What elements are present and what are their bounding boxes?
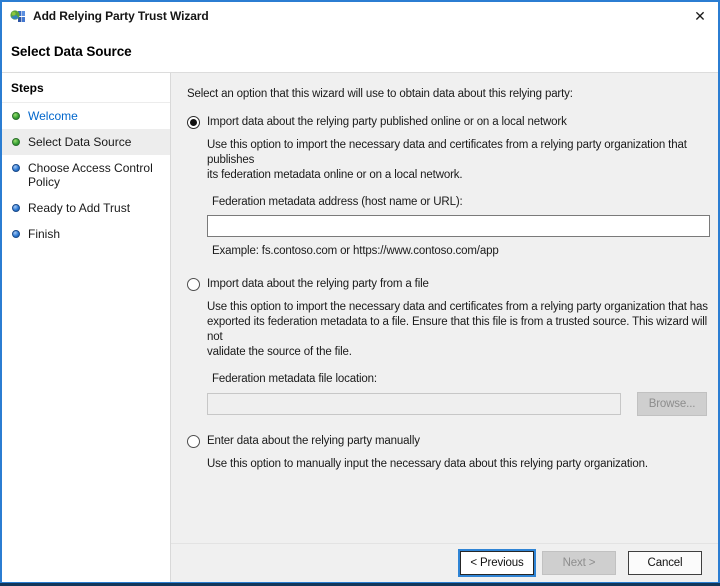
step-upcoming-bullet-icon: [12, 230, 20, 238]
option-online-description: Use this option to import the necessary …: [207, 139, 687, 181]
step-label: Welcome: [28, 109, 78, 123]
next-button: Next >: [542, 551, 616, 575]
sidebar-item-finish: Finish: [2, 221, 170, 247]
steps-sidebar: Steps Welcome Select Data Source Choose …: [2, 73, 171, 582]
federation-metadata-file-field: Federation metadata file location: Brows…: [207, 372, 708, 416]
radio-import-file[interactable]: [187, 278, 200, 291]
wizard-footer: < Previous Next > Cancel: [171, 543, 718, 582]
sidebar-item-welcome[interactable]: Welcome: [2, 103, 170, 129]
option-import-online: Import data about the relying party publ…: [187, 115, 710, 259]
content-area: Select an option that this wizard will u…: [171, 73, 718, 543]
metadata-file-label: Federation metadata file location:: [212, 373, 377, 385]
main-panel: Select an option that this wizard will u…: [171, 73, 718, 582]
intro-text: Select an option that this wizard will u…: [187, 88, 573, 100]
option-file-description: Use this option to import the necessary …: [207, 301, 708, 358]
federation-metadata-address-field: Federation metadata address (host name o…: [207, 195, 710, 259]
step-label: Select Data Source: [28, 135, 132, 149]
radio-row-import-online[interactable]: Import data about the relying party publ…: [187, 115, 708, 130]
previous-button[interactable]: < Previous: [460, 551, 534, 575]
adfs-app-icon: [10, 10, 25, 22]
option-import-file: Import data about the relying party from…: [187, 277, 708, 416]
window-title: Add Relying Party Trust Wizard: [33, 9, 209, 23]
radio-import-online[interactable]: [187, 116, 200, 129]
close-icon[interactable]: ✕: [682, 2, 718, 30]
radio-label: Enter data about the relying party manua…: [207, 435, 420, 447]
radio-label: Import data about the relying party from…: [207, 278, 429, 290]
sidebar-item-ready-to-add-trust: Ready to Add Trust: [2, 195, 170, 221]
radio-enter-manually[interactable]: [187, 435, 200, 448]
metadata-address-label: Federation metadata address (host name o…: [212, 196, 463, 208]
step-upcoming-bullet-icon: [12, 164, 20, 172]
step-upcoming-bullet-icon: [12, 204, 20, 212]
step-label: Ready to Add Trust: [28, 201, 131, 215]
sidebar-item-select-data-source: Select Data Source: [2, 129, 170, 155]
cancel-button[interactable]: Cancel: [628, 551, 702, 575]
wizard-window: Add Relying Party Trust Wizard ✕ Select …: [0, 0, 720, 583]
step-current-bullet-icon: [12, 138, 20, 146]
federation-metadata-address-input[interactable]: [207, 215, 710, 237]
page-header: Select Data Source: [2, 30, 718, 73]
option-enter-manually: Enter data about the relying party manua…: [187, 434, 708, 472]
title-bar: Add Relying Party Trust Wizard ✕: [2, 2, 718, 30]
page-title: Select Data Source: [11, 43, 132, 59]
option-manual-description: Use this option to manually input the ne…: [207, 458, 648, 470]
step-label: Finish: [28, 227, 61, 241]
metadata-address-example: Example: fs.contoso.com or https://www.c…: [212, 245, 499, 257]
step-done-bullet-icon: [12, 112, 20, 120]
step-label: Choose Access Control Policy: [28, 161, 153, 189]
browse-button: Browse...: [637, 392, 707, 416]
radio-row-enter-manually[interactable]: Enter data about the relying party manua…: [187, 434, 708, 449]
federation-metadata-file-input: [207, 393, 621, 415]
steps-heading: Steps: [2, 73, 170, 103]
radio-label: Import data about the relying party publ…: [207, 116, 567, 128]
radio-row-import-file[interactable]: Import data about the relying party from…: [187, 277, 708, 292]
sidebar-item-choose-access-control-policy: Choose Access Control Policy: [2, 155, 170, 195]
